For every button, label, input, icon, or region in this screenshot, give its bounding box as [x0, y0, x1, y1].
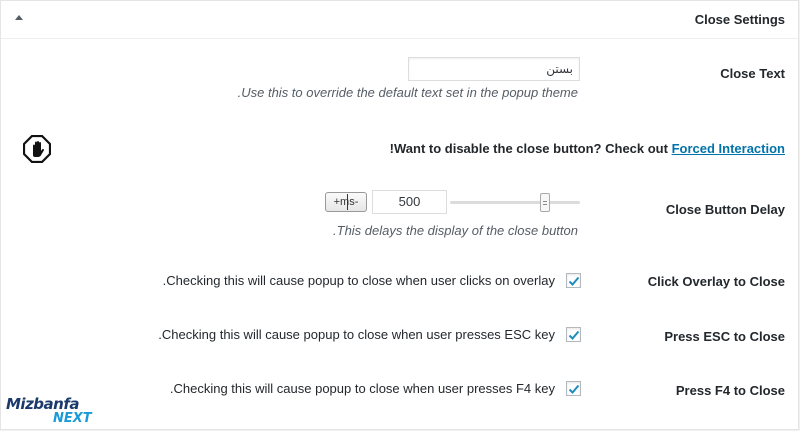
mizbanfa-logo: Mizbanfa NEXT	[6, 395, 96, 429]
unit-label: +ms-	[333, 196, 359, 208]
delay-number-input[interactable]: 500	[372, 190, 447, 214]
notice-text: !Want to disable the close button? Check…	[389, 141, 672, 156]
esc-close-checkbox[interactable]	[566, 327, 581, 342]
text-cursor-icon	[347, 194, 348, 210]
close-settings-panel: Close Settings Close Text .Use this to o…	[0, 0, 799, 430]
esc-close-text: .Checking this will cause popup to close…	[158, 327, 555, 342]
close-delay-description: .This delays the display of the close bu…	[333, 223, 578, 238]
close-text-description: .Use this to override the default text s…	[237, 85, 578, 100]
forced-interaction-notice: !Want to disable the close button? Check…	[390, 141, 785, 156]
check-icon	[568, 276, 580, 286]
unit-toggle-button[interactable]: +ms-	[325, 192, 367, 212]
forced-interaction-link[interactable]: Forced Interaction	[672, 141, 785, 156]
close-delay-label: Close Button Delay	[665, 202, 785, 217]
overlay-close-checkbox[interactable]	[566, 273, 581, 288]
f4-close-checkbox[interactable]	[566, 381, 581, 396]
close-text-input[interactable]	[408, 57, 580, 81]
logo-bottom-text: NEXT	[53, 411, 92, 426]
overlay-close-text: .Checking this will cause popup to close…	[162, 273, 555, 288]
panel-title: Close Settings	[694, 12, 785, 27]
esc-close-label: Press ESC to Close	[664, 329, 785, 344]
stop-hand-icon	[23, 135, 51, 163]
f4-close-label: Press F4 to Close	[675, 383, 785, 398]
f4-close-text: .Checking this will cause popup to close…	[169, 381, 555, 396]
check-icon	[568, 330, 580, 340]
overlay-close-label: Click Overlay to Close	[647, 274, 785, 289]
close-text-label: Close Text	[720, 66, 785, 81]
check-icon	[568, 384, 580, 394]
caret-up-icon[interactable]	[15, 15, 23, 20]
delay-slider-track[interactable]	[450, 201, 580, 204]
panel-header[interactable]: Close Settings	[1, 1, 798, 39]
delay-slider-handle[interactable]	[539, 193, 550, 212]
